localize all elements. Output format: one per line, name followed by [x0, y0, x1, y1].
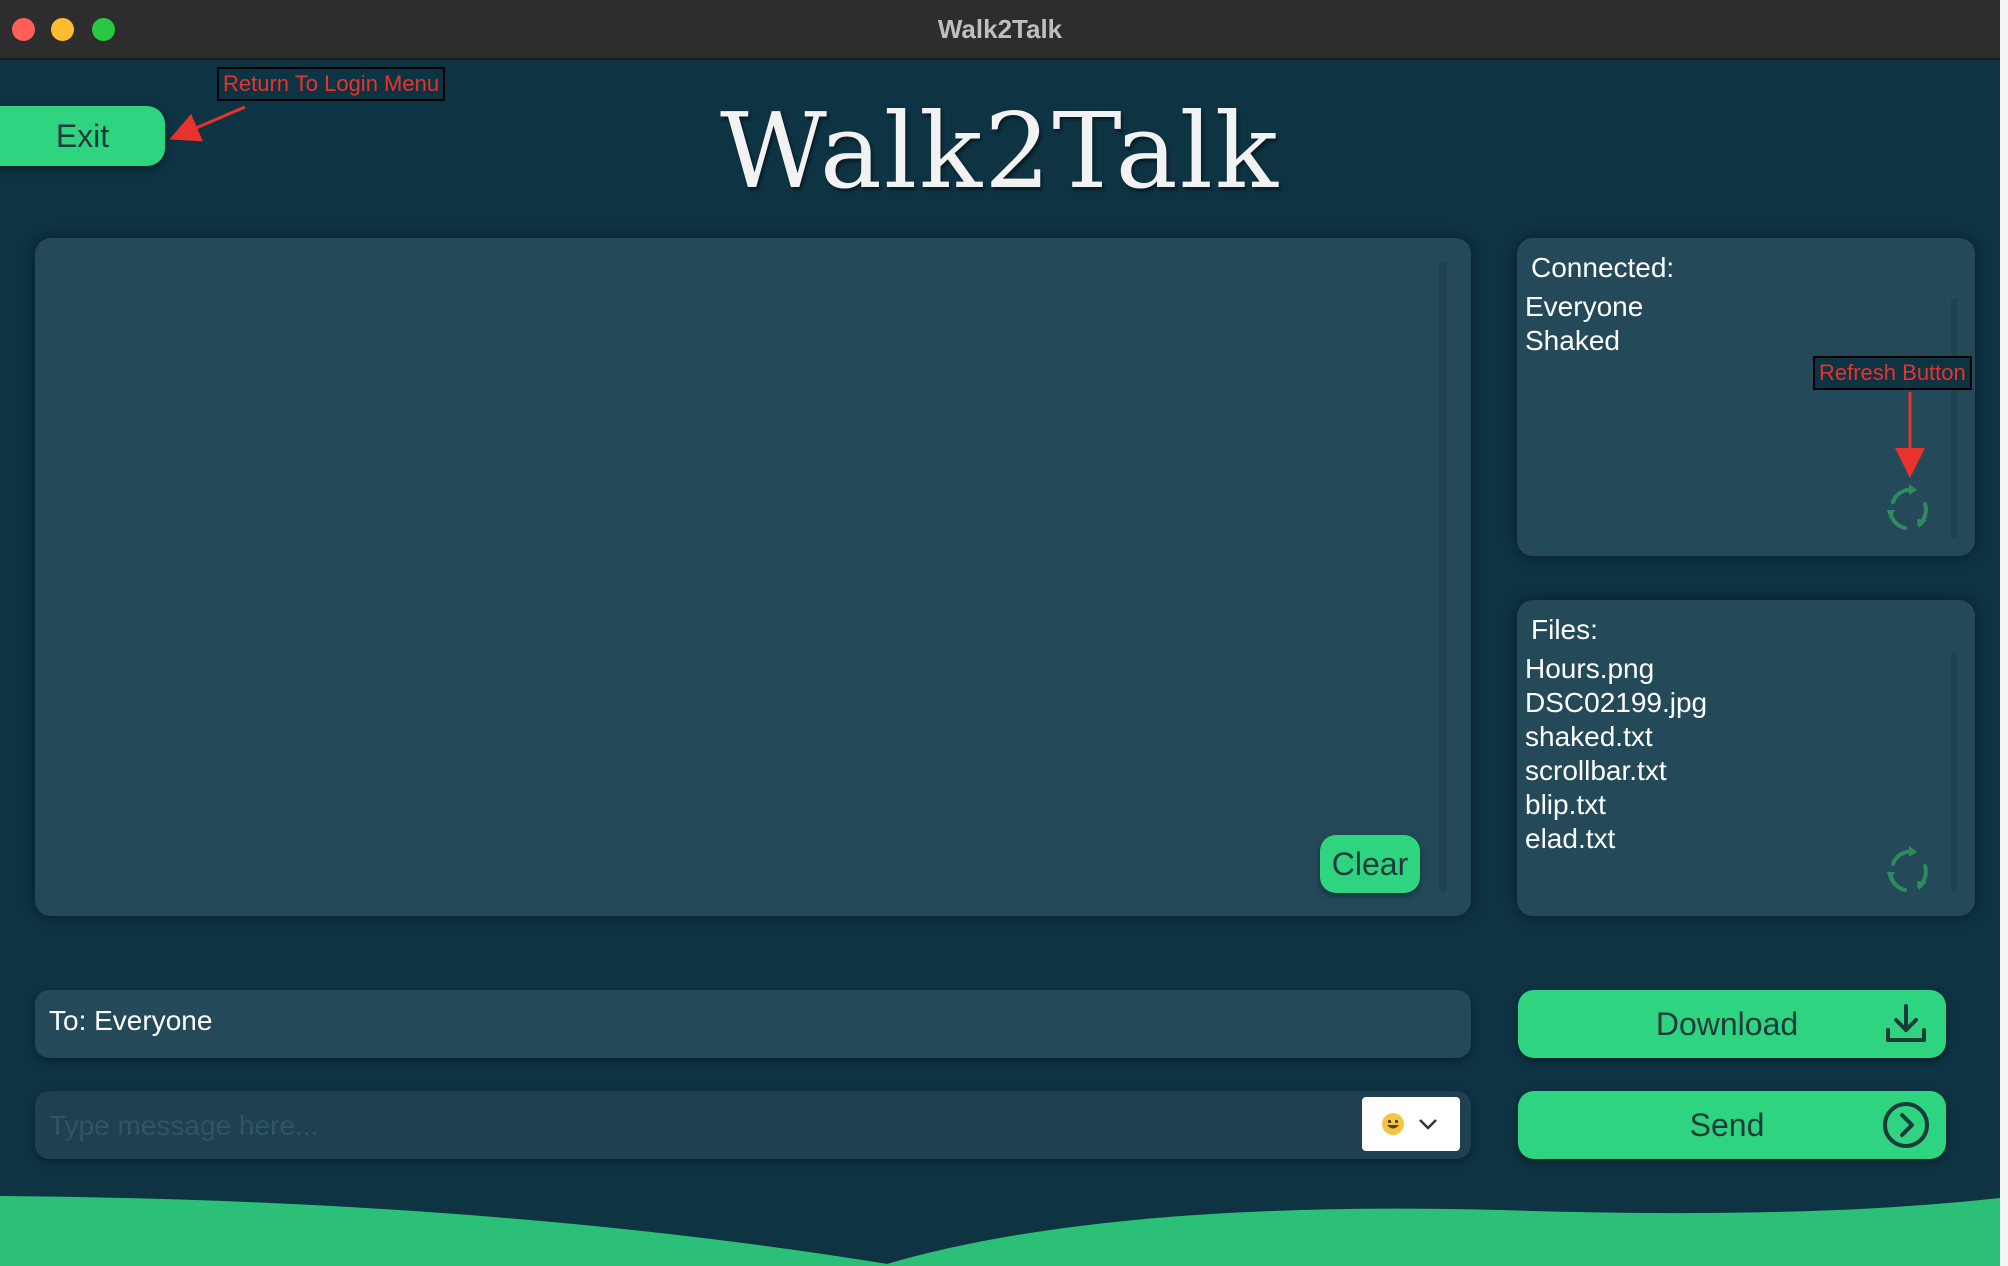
- chevron-down-icon: [1419, 1119, 1437, 1130]
- file-item[interactable]: blip.txt: [1525, 788, 1707, 822]
- app-logo: Walk2Talk: [720, 90, 1280, 212]
- files-list: Hours.png DSC02199.jpg shaked.txt scroll…: [1525, 652, 1707, 856]
- download-icon: [1886, 1004, 1926, 1042]
- bottom-wave-decoration: [0, 1196, 2000, 1266]
- annotation-return-to-login: Return To Login Menu: [217, 67, 446, 101]
- annotation-refresh-button: Refresh Button: [1813, 356, 1972, 390]
- emoji-dropdown[interactable]: [1362, 1097, 1460, 1151]
- chat-messages-panel[interactable]: [35, 238, 1471, 916]
- connected-users-panel: Connected: Everyone Shaked: [1517, 238, 1975, 556]
- file-item[interactable]: shaked.txt: [1525, 720, 1707, 754]
- files-heading: Files:: [1531, 614, 1598, 645]
- files-panel: Files: Hours.png DSC02199.jpg shaked.txt…: [1517, 600, 1975, 916]
- connected-heading: Connected:: [1531, 252, 1675, 283]
- connected-user-item[interactable]: Everyone: [1525, 290, 1643, 324]
- send-button-label: Send: [1689, 1106, 1765, 1143]
- title-bar[interactable]: Walk2Talk: [0, 0, 2000, 60]
- refresh-icon[interactable]: [1879, 840, 1939, 900]
- connected-scrollbar[interactable]: [1951, 298, 1957, 538]
- recipient-label: To: Everyone: [49, 1005, 213, 1036]
- file-item[interactable]: scrollbar.txt: [1525, 754, 1707, 788]
- refresh-icon[interactable]: [1879, 478, 1939, 538]
- send-button[interactable]: Send: [1518, 1091, 1946, 1159]
- app-window: Walk2Talk Exit Walk2Talk Clear Connected…: [0, 0, 2000, 1266]
- message-input-container: [35, 1091, 1471, 1159]
- connected-users-list: Everyone Shaked: [1525, 290, 1643, 358]
- grinning-face-emoji-icon: [1382, 1113, 1404, 1135]
- recipient-field: To: Everyone: [35, 990, 1471, 1058]
- window-title: Walk2Talk: [937, 14, 1063, 44]
- file-item[interactable]: Hours.png: [1525, 652, 1707, 686]
- clear-button-label: Clear: [1331, 845, 1409, 882]
- arrow-right-circle-icon: [1883, 1102, 1929, 1148]
- files-scrollbar[interactable]: [1951, 652, 1957, 892]
- message-input[interactable]: [47, 1099, 1351, 1153]
- desktop-edge: [2000, 0, 2008, 1266]
- chat-scrollbar[interactable]: [1439, 262, 1447, 892]
- clear-button[interactable]: Clear: [1320, 835, 1420, 893]
- file-item[interactable]: elad.txt: [1525, 822, 1707, 856]
- download-button-label: Download: [1655, 1005, 1799, 1042]
- download-button[interactable]: Download: [1518, 990, 1946, 1058]
- file-item[interactable]: DSC02199.jpg: [1525, 686, 1707, 720]
- connected-user-item[interactable]: Shaked: [1525, 324, 1643, 358]
